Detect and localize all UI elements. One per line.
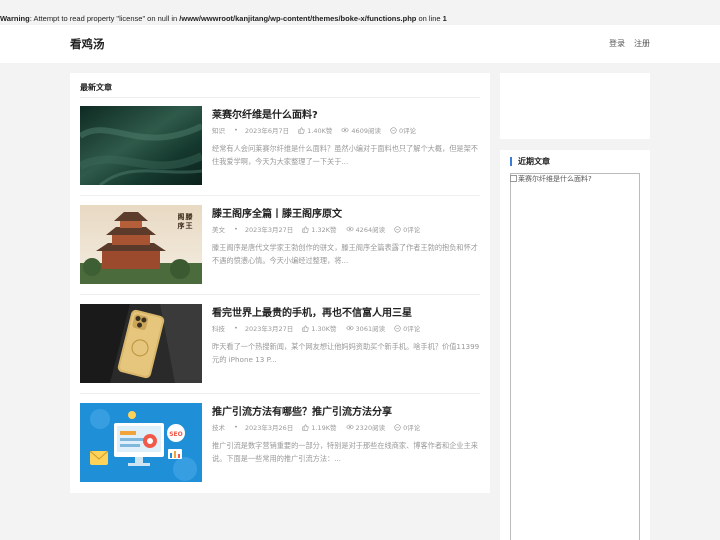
post-meta: 知识 • 2023年6月7日 1.40K赞 4609阅读 0评论 bbox=[212, 125, 425, 135]
views-count: 4264阅读 bbox=[345, 224, 385, 234]
warning-line-text: on line bbox=[416, 14, 443, 23]
comments-count: 0评论 bbox=[394, 323, 420, 333]
thumbs-up-icon bbox=[302, 423, 309, 431]
eye-icon bbox=[345, 226, 354, 232]
post-title[interactable]: 滕王阁序全篇丨滕王阁序原文 bbox=[212, 205, 342, 220]
post-item: 莱赛尔纤维是什么面料? 知识 • 2023年6月7日 1.40K赞 4609阅读… bbox=[80, 106, 480, 196]
header-links: 登录 注册 bbox=[609, 38, 650, 49]
post-item: SEO 推广引流方法有哪些？推广引流方法分享 技术 • 2023年3月26日 1… bbox=[80, 403, 480, 493]
post-category[interactable]: 美文 bbox=[212, 224, 225, 234]
svg-text:序: 序 bbox=[177, 221, 185, 230]
post-category[interactable]: 知识 bbox=[212, 125, 225, 135]
views-count: 3061阅读 bbox=[345, 323, 385, 333]
recent-post-image-alt[interactable]: 莱赛尔纤维是什么面料? bbox=[510, 174, 592, 184]
post-thumbnail[interactable]: SEO bbox=[80, 403, 202, 482]
comment-icon bbox=[394, 423, 401, 431]
views-count: 4609阅读 bbox=[341, 125, 381, 135]
likes-count: 1.30K赞 bbox=[302, 323, 337, 333]
eye-icon bbox=[341, 127, 350, 133]
post-excerpt: 滕王阁序是唐代文学家王勃创作的骈文，滕王阁序全篇表露了作者王勃的抱负和怀才不遇的… bbox=[212, 243, 478, 265]
comment-icon bbox=[394, 225, 401, 233]
likes-count: 1.19K赞 bbox=[302, 422, 337, 432]
recent-post-image[interactable] bbox=[510, 173, 640, 540]
latest-posts-panel: 最新文章 莱赛尔纤维是什么面料? 知识 • 2023年6月7日 1.40K赞 4… bbox=[70, 73, 490, 493]
post-title[interactable]: 推广引流方法有哪些？推广引流方法分享 bbox=[212, 403, 392, 418]
svg-text:王: 王 bbox=[186, 221, 193, 230]
post-item: 滕 王 阁 序 滕王阁序全篇丨滕王阁序原文 美文 • 2023年3月27日 1.… bbox=[80, 205, 480, 295]
eye-icon bbox=[345, 325, 354, 331]
post-divider bbox=[80, 393, 480, 394]
post-category[interactable]: 技术 bbox=[212, 422, 225, 432]
dot-separator: • bbox=[234, 423, 238, 431]
warning-path: /www/wwwroot/kanjitang/wp-content/themes… bbox=[179, 14, 417, 23]
dot-separator: • bbox=[234, 225, 238, 233]
comment-icon bbox=[394, 324, 401, 332]
comments-count: 0评论 bbox=[394, 422, 420, 432]
post-excerpt: 推广引流是数字营销重要的一部分，特别是对于那些在线商家、博客作者和企业主来说。下… bbox=[212, 441, 478, 463]
warning-message: : Attempt to read property "license" on … bbox=[29, 14, 180, 23]
post-meta: 技术 • 2023年3月26日 1.19K赞 2320阅读 0评论 bbox=[212, 422, 429, 432]
likes-count: 1.40K赞 bbox=[298, 125, 332, 135]
eye-icon bbox=[345, 424, 354, 430]
warning-line-number: 1 bbox=[442, 14, 447, 23]
comment-icon bbox=[390, 126, 397, 134]
post-image-text: SEO bbox=[169, 431, 183, 438]
dot-separator: • bbox=[234, 126, 238, 134]
post-image-text: 滕 王 阁 序 bbox=[177, 212, 194, 230]
post-category[interactable]: 科技 bbox=[212, 323, 225, 333]
svg-text:阁: 阁 bbox=[178, 212, 185, 221]
post-meta: 科技 • 2023年3月27日 1.30K赞 3061阅读 0评论 bbox=[212, 323, 429, 333]
sidebar-top-widget bbox=[500, 73, 650, 139]
post-date: 2023年3月27日 bbox=[244, 226, 294, 234]
svg-text:滕: 滕 bbox=[185, 212, 194, 221]
post-date: 2023年3月27日 bbox=[244, 325, 294, 333]
dot-separator: • bbox=[234, 324, 238, 332]
comments-count: 0评论 bbox=[390, 125, 416, 135]
register-link[interactable]: 注册 bbox=[634, 38, 650, 49]
thumbs-up-icon bbox=[302, 324, 309, 332]
post-date: 2023年6月7日 bbox=[244, 127, 290, 135]
recent-posts-widget: 近期文章 莱赛尔纤维是什么面料? bbox=[500, 150, 650, 540]
views-count: 2320阅读 bbox=[345, 422, 385, 432]
section-title: 最新文章 bbox=[80, 78, 480, 98]
post-thumbnail[interactable] bbox=[80, 304, 202, 383]
broken-image-icon bbox=[510, 175, 517, 182]
post-excerpt: 经常有人会问莱赛尔纤维是什么面料？虽然小编对于面料也只了解个大概，但是架不住我爱… bbox=[212, 144, 478, 166]
warning-label: Warning bbox=[0, 14, 30, 23]
login-link[interactable]: 登录 bbox=[609, 38, 625, 49]
post-title[interactable]: 莱赛尔纤维是什么面料? bbox=[212, 106, 318, 121]
site-title[interactable]: 看鸡汤 bbox=[70, 36, 105, 52]
comments-count: 0评论 bbox=[394, 224, 420, 234]
post-divider bbox=[80, 195, 480, 196]
post-date: 2023年3月26日 bbox=[244, 424, 294, 432]
thumbs-up-icon bbox=[302, 225, 309, 233]
post-thumbnail[interactable]: 滕 王 阁 序 bbox=[80, 205, 202, 284]
post-item: 看完世界上最贵的手机，再也不信富人用三星 科技 • 2023年3月27日 1.3… bbox=[80, 304, 480, 394]
likes-count: 1.32K赞 bbox=[302, 224, 337, 234]
site-header: 看鸡汤 登录 注册 bbox=[0, 25, 720, 63]
recent-posts-title: 近期文章 bbox=[510, 157, 550, 166]
post-divider bbox=[80, 294, 480, 295]
post-title[interactable]: 看完世界上最贵的手机，再也不信富人用三星 bbox=[212, 304, 412, 319]
post-excerpt: 昨天看了一个热搜新闻，某个网友想让他妈妈资助买个新手机。啥手机？价值11399 … bbox=[212, 342, 480, 364]
post-thumbnail[interactable] bbox=[80, 106, 202, 185]
post-meta: 美文 • 2023年3月27日 1.32K赞 4264阅读 0评论 bbox=[212, 224, 429, 234]
thumbs-up-icon bbox=[298, 126, 305, 134]
